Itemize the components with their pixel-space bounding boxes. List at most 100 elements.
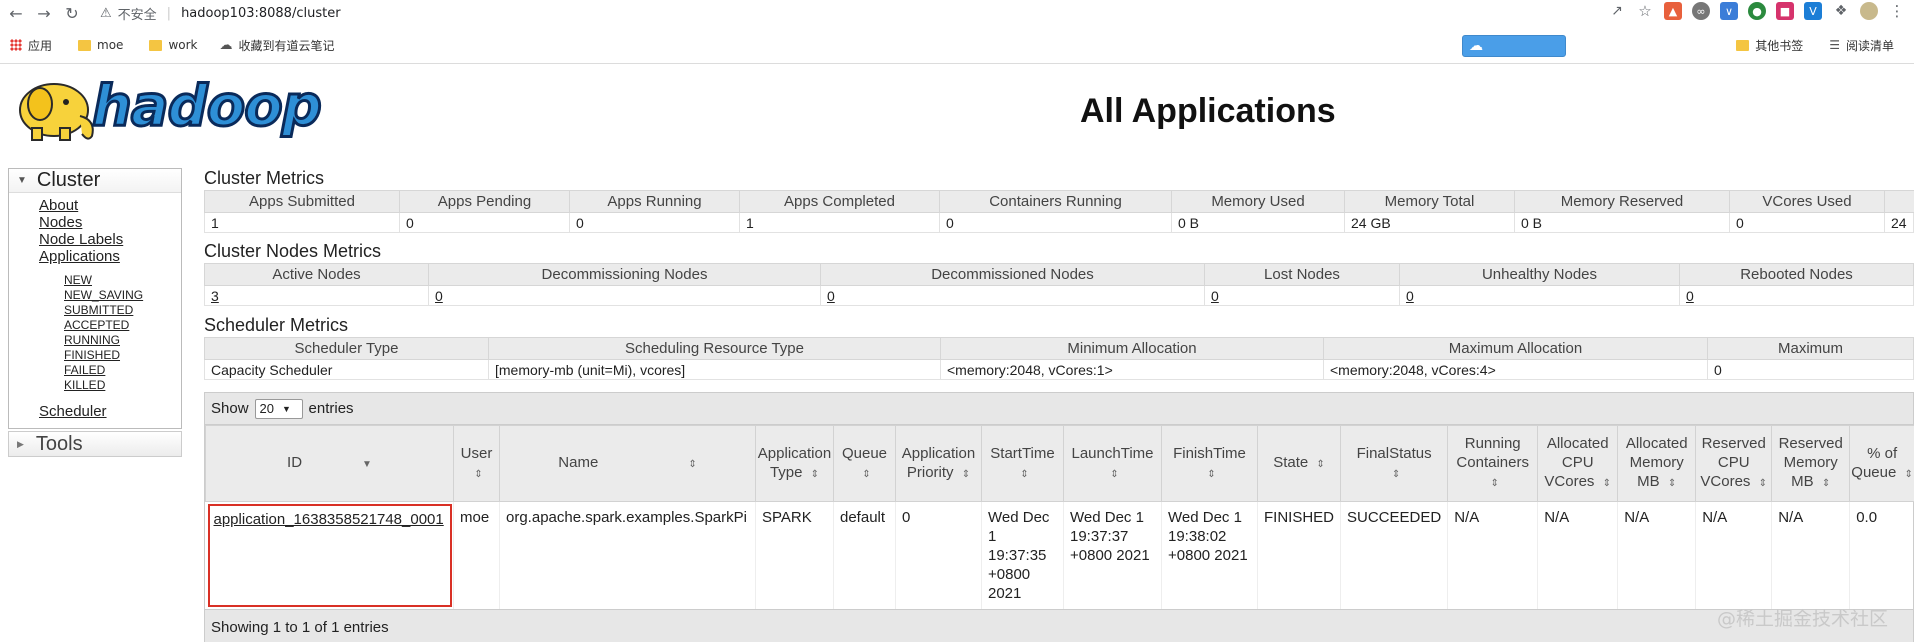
column-header: Lost Nodes	[1204, 263, 1400, 286]
scheduler-metrics-section: Scheduler Metrics Scheduler Type Schedul…	[204, 315, 1914, 380]
decommissioned-nodes-link[interactable]: 0	[820, 285, 1205, 306]
extension-icon[interactable]: V	[1804, 2, 1822, 20]
sort-icon: ⇕	[1316, 459, 1325, 470]
column-header-type[interactable]: Application Type ⇕	[755, 425, 834, 502]
table-cell: Wed Dec 1 19:37:35 +0800 2021	[981, 501, 1064, 609]
column-header-reserved-memory[interactable]: Reserved Memory MB ⇕	[1771, 425, 1851, 502]
column-header-user[interactable]: User ⇕	[453, 425, 500, 502]
sort-icon: ⇕	[1391, 468, 1401, 480]
decommissioning-nodes-link[interactable]: 0	[428, 285, 821, 306]
page-title: All Applications	[1080, 92, 1336, 130]
menu-icon[interactable]: ⋮	[1888, 2, 1906, 20]
extension-icon[interactable]: ∨	[1720, 2, 1738, 20]
lost-nodes-link[interactable]: 0	[1204, 285, 1400, 306]
divider	[0, 63, 1914, 64]
column-header-priority[interactable]: Application Priority ⇕	[895, 425, 982, 502]
browser-toolbar: ← → ↻ ⚠ 不安全 | hadoop103:8088/cluster ↗ ☆…	[0, 0, 1914, 26]
reload-icon[interactable]: ↻	[60, 1, 84, 25]
extension-icon[interactable]: ∞	[1692, 2, 1710, 20]
back-icon[interactable]: ←	[4, 1, 28, 25]
bookmark-moe[interactable]: moe	[78, 38, 123, 52]
column-header: Decommissioning Nodes	[428, 263, 821, 286]
column-header: Apps Completed	[739, 190, 940, 213]
bookmark-apps[interactable]: 应用	[10, 37, 52, 54]
rebooted-nodes-link[interactable]: 0	[1679, 285, 1914, 306]
sort-icon: ⇕	[474, 468, 483, 480]
sort-icon: ⇕	[1821, 478, 1831, 489]
column-header: Active Nodes	[204, 263, 429, 286]
table-row: application_1638358521748_0001 moe org.a…	[205, 501, 1914, 609]
unhealthy-nodes-link[interactable]: 0	[1399, 285, 1680, 306]
address-bar[interactable]: ⚠ 不安全 | hadoop103:8088/cluster	[100, 2, 1830, 24]
column-header-allocated-cpu[interactable]: Allocated CPU VCores ⇕	[1537, 425, 1619, 502]
sidebar-sub-new-saving[interactable]: NEW_SAVING	[9, 288, 181, 303]
header-label: User	[460, 444, 493, 462]
extension-icon[interactable]: ▲	[1664, 2, 1682, 20]
tools-panel[interactable]: ▶ Tools	[8, 431, 182, 457]
sidebar-link-applications[interactable]: Applications	[9, 248, 181, 265]
forward-icon[interactable]: →	[32, 1, 56, 25]
column-header-id[interactable]: ID ▼	[205, 425, 454, 502]
bookmark-other[interactable]: 其他书签	[1736, 37, 1803, 54]
header-label: Allocated CPU VCores	[1544, 435, 1609, 490]
bookmark-youdao[interactable]: ☁ 收藏到有道云笔记	[219, 37, 334, 54]
column-header-launchtime[interactable]: LaunchTime ⇕	[1063, 425, 1162, 502]
extension-icon[interactable]: ●	[1748, 2, 1766, 20]
column-header: Memory Used	[1171, 190, 1345, 213]
sidebar-sub-running[interactable]: RUNNING	[9, 333, 181, 348]
column-header-finishtime[interactable]: FinishTime ⇕	[1161, 425, 1258, 502]
hadoop-logo[interactable]: hadoop	[10, 72, 323, 152]
share-icon[interactable]: ↗	[1608, 2, 1626, 20]
column-header-percent-queue[interactable]: % of Queue ⇕	[1849, 425, 1914, 502]
app-id-link[interactable]: application_1638358521748_0001	[214, 511, 444, 528]
bookmark-label: 阅读清单	[1845, 38, 1894, 53]
star-icon[interactable]: ☆	[1636, 2, 1654, 20]
column-header-running-containers[interactable]: Running Containers ⇕	[1447, 425, 1539, 502]
metric-value: [memory-mb (unit=Mi), vcores]	[488, 359, 941, 380]
sidebar-sub-new[interactable]: NEW	[9, 273, 181, 288]
table-cell: FINISHED	[1257, 501, 1342, 609]
cluster-header[interactable]: ▼ Cluster	[9, 169, 181, 193]
column-header: Rebooted Nodes	[1679, 263, 1914, 286]
applications-table-panel: Show 20 ▼ entries ID ▼ User ⇕ Name ⇕ Applic…	[204, 392, 1914, 642]
active-nodes-link[interactable]: 3	[204, 285, 429, 306]
sort-icon: ⇕	[688, 459, 697, 470]
expand-triangle-icon: ▶	[17, 438, 24, 449]
sidebar-link-about[interactable]: About	[9, 197, 181, 214]
sidebar-link-scheduler[interactable]: Scheduler	[9, 403, 181, 420]
column-header	[1884, 190, 1914, 213]
column-header: Apps Pending	[399, 190, 570, 213]
warning-icon: ⚠	[100, 5, 112, 21]
puzzle-icon[interactable]: ❖	[1832, 2, 1850, 20]
metric-value: 0 B	[1514, 212, 1730, 233]
bookmark-label: 应用	[28, 38, 53, 53]
column-header-allocated-memory[interactable]: Allocated Memory MB ⇕	[1617, 425, 1697, 502]
table-cell: N/A	[1447, 501, 1539, 609]
sidebar-link-nodes[interactable]: Nodes	[9, 214, 181, 231]
column-header-name[interactable]: Name ⇕	[499, 425, 756, 502]
bookmark-reading-list[interactable]: ☰ 阅读清单	[1829, 37, 1894, 54]
sidebar-sub-finished[interactable]: FINISHED	[9, 348, 181, 363]
nodes-metrics-table: Active Nodes Decommissioning Nodes Decom…	[204, 263, 1914, 306]
column-header-finalstatus[interactable]: FinalStatus ⇕	[1340, 425, 1449, 502]
column-header-starttime[interactable]: StartTime ⇕	[981, 425, 1064, 502]
column-header-state[interactable]: State ⇕	[1256, 425, 1342, 502]
table-cell: SUCCEEDED	[1340, 501, 1449, 609]
avatar[interactable]	[1860, 2, 1878, 20]
extension-badge[interactable]: ☁	[1462, 35, 1566, 57]
nodes-metrics-section: Cluster Nodes Metrics Active Nodes Decom…	[204, 241, 1914, 306]
column-header-reserved-cpu[interactable]: Reserved CPU VCores ⇕	[1695, 425, 1773, 502]
url-text[interactable]: hadoop103:8088/cluster	[181, 6, 341, 21]
sidebar-link-node-labels[interactable]: Node Labels	[9, 231, 181, 248]
bookmark-work[interactable]: work	[149, 38, 197, 52]
header-label: ID	[287, 454, 303, 471]
sidebar-sub-submitted[interactable]: SUBMITTED	[9, 303, 181, 318]
page-size-select[interactable]: 20 ▼	[254, 398, 303, 419]
column-header: Memory Reserved	[1514, 190, 1730, 213]
sidebar-sub-accepted[interactable]: ACCEPTED	[9, 318, 181, 333]
show-label: Show	[211, 400, 249, 417]
extension-icon[interactable]: ■	[1776, 2, 1794, 20]
sidebar-sub-failed[interactable]: FAILED	[9, 363, 181, 378]
column-header-queue[interactable]: Queue ⇕	[833, 425, 896, 502]
sidebar-sub-killed[interactable]: KILLED	[9, 378, 181, 393]
